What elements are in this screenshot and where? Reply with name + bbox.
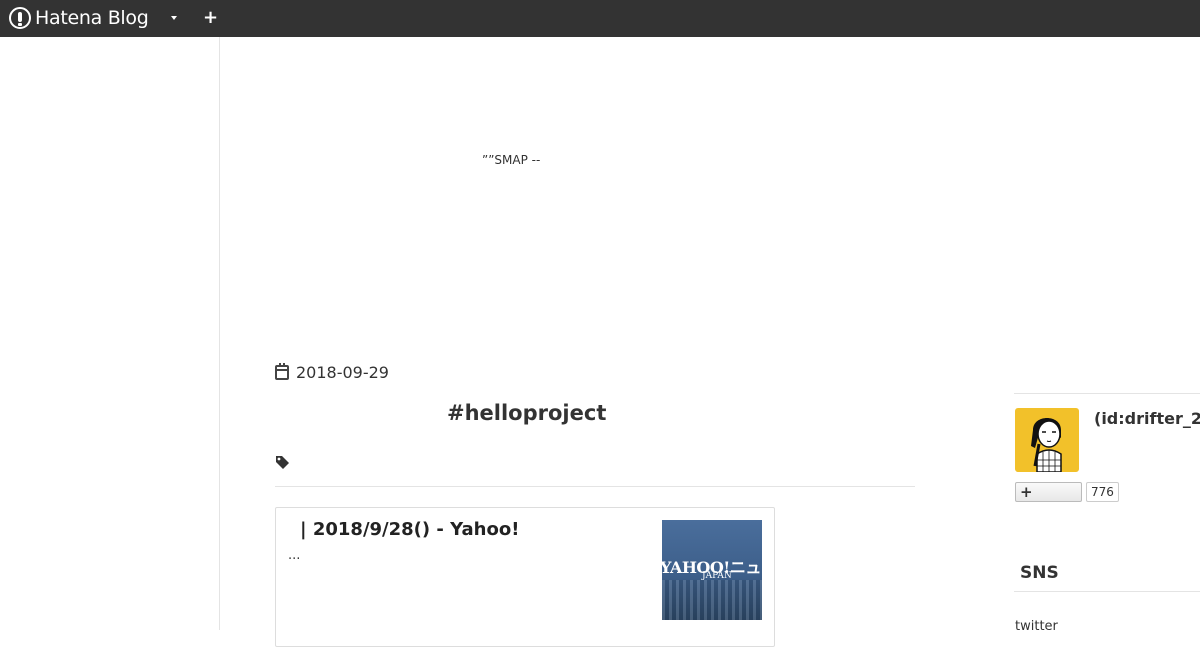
avatar-illustration-icon	[1031, 418, 1062, 472]
yahoo-japan-label: JAPAN	[702, 571, 732, 581]
hatena-blog-logo[interactable]: Hatena Blog	[9, 6, 149, 30]
embed-card[interactable]: | 2018/9/28() - Yahoo! ... YAHOO!ニュー JAP…	[275, 507, 775, 647]
sns-heading: SNS	[1020, 563, 1059, 583]
blog-description: ””SMAP --	[482, 153, 541, 167]
avatar[interactable]	[1015, 408, 1079, 472]
embed-thumbnail[interactable]: YAHOO!ニュー JAPAN	[662, 520, 762, 620]
sidebar-divider	[1014, 393, 1200, 394]
sns-divider	[1014, 591, 1200, 592]
follow-button[interactable]: +	[1015, 482, 1082, 502]
profile-id[interactable]: (id:drifter_2169	[1094, 409, 1200, 428]
hatena-logo-icon	[9, 7, 31, 29]
global-header: Hatena Blog +	[0, 0, 1200, 37]
chevron-down-icon[interactable]	[171, 16, 177, 20]
follower-count[interactable]: 776	[1086, 482, 1119, 502]
brand-name: Hatena Blog	[35, 7, 149, 29]
city-skyline-image	[662, 580, 762, 620]
embed-title[interactable]: | 2018/9/28() - Yahoo!	[300, 519, 519, 540]
entry-date[interactable]: 2018-09-29	[275, 363, 389, 382]
content-divider	[219, 37, 220, 630]
plus-icon[interactable]: +	[203, 9, 218, 27]
embed-snippet: ...	[288, 548, 301, 563]
entry-date-text: 2018-09-29	[296, 363, 389, 382]
entry-divider	[275, 486, 915, 487]
sns-link-twitter[interactable]: twitter	[1015, 619, 1058, 634]
entry-title[interactable]: #helloproject	[447, 401, 606, 425]
calendar-icon	[275, 363, 289, 380]
plus-icon: +	[1020, 483, 1033, 501]
tag-icon[interactable]	[275, 455, 290, 469]
